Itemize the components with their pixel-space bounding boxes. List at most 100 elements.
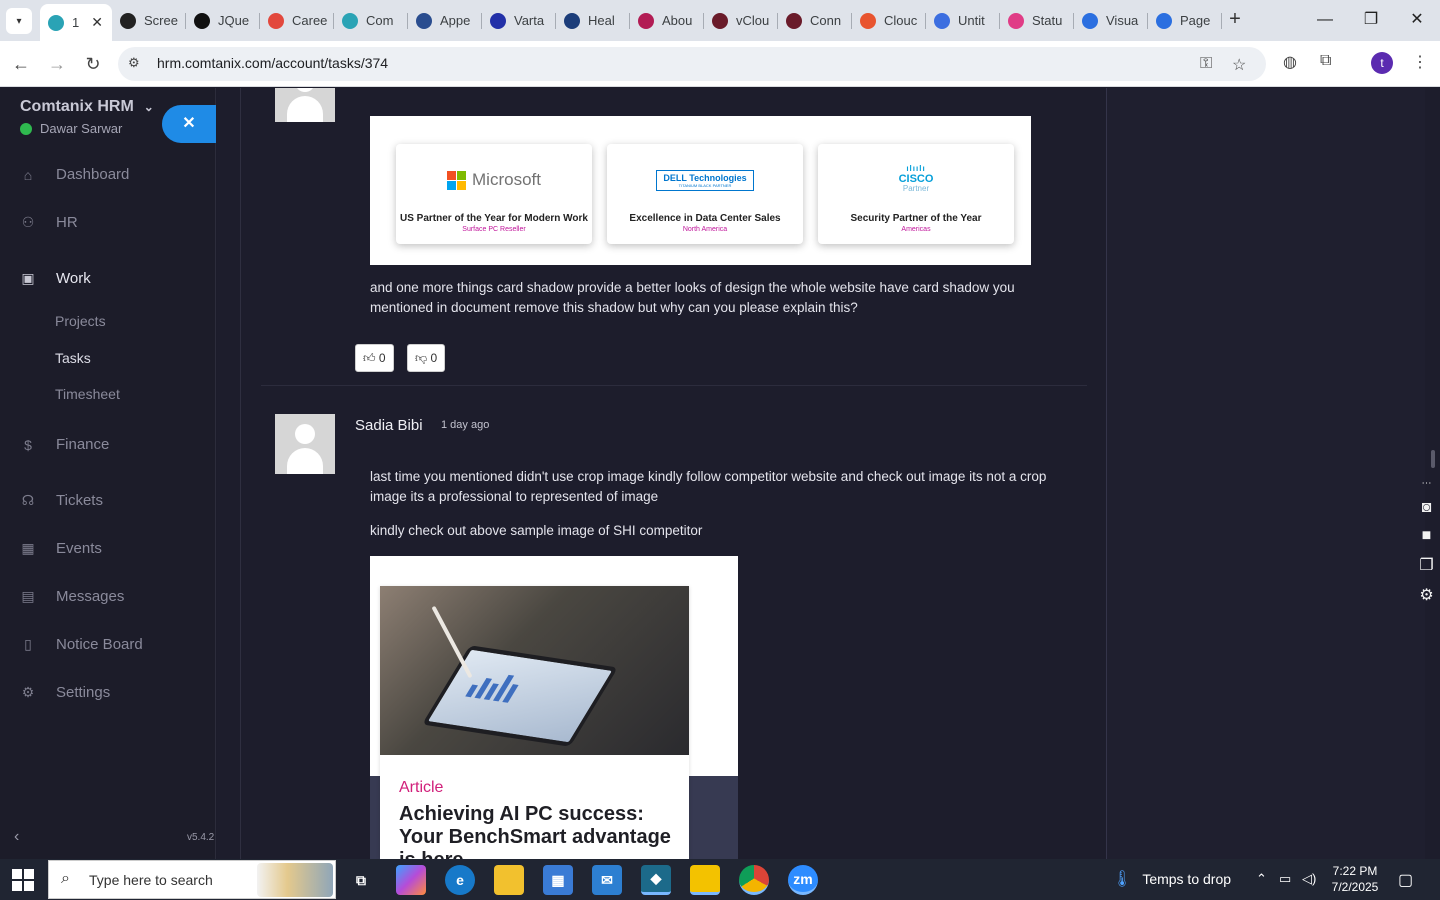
comtanix-icon [342, 12, 358, 29]
user-name: Dawar Sarwar [40, 121, 123, 136]
browser-tab[interactable]: Clouc [852, 6, 926, 35]
browser-tab[interactable]: Abou [630, 6, 704, 35]
close-sidebar-button[interactable]: ✕ [162, 105, 216, 143]
copilot-icon[interactable] [396, 865, 426, 895]
comment-timestamp: 1 day ago [441, 419, 490, 431]
translate-globe-icon[interactable]: ◍ [1283, 52, 1297, 72]
thermometer-icon: 🌡︎ [1112, 871, 1133, 888]
forward-button[interactable]: → [44, 51, 70, 77]
nav-finance[interactable]: $ Finance [20, 436, 109, 453]
app-diamond-icon[interactable]: ◆ [641, 865, 671, 895]
browser-tab[interactable]: vClou [704, 6, 778, 35]
weather-text: Temps to drop [1142, 871, 1232, 887]
tray-chevron-icon[interactable]: ⌃ [1256, 871, 1267, 887]
nav-hr[interactable]: ⚇ HR [20, 214, 78, 231]
mail-icon[interactable]: ✉ [592, 865, 622, 895]
taskbar-search[interactable]: ⌕ Type here to search [48, 860, 336, 899]
tab-search-icon[interactable]: ▾ [6, 8, 32, 34]
nav-sub-timesheet[interactable]: Timesheet [55, 386, 120, 402]
browser-tab[interactable]: Untit [926, 6, 1000, 35]
browser-tab[interactable]: Page [1148, 6, 1222, 35]
close-tab-icon[interactable]: ✕ [91, 14, 103, 31]
volume-icon[interactable]: ◁) [1302, 871, 1316, 887]
browser-tab[interactable]: Varta [482, 6, 556, 35]
nav-work[interactable]: ▣ Work [20, 270, 91, 287]
comment-body: last time you mentioned didn't use crop … [370, 469, 1047, 504]
minimize-button[interactable]: — [1310, 8, 1340, 32]
windows-start-icon[interactable] [12, 869, 34, 891]
nav-tickets[interactable]: ☊ Tickets [20, 492, 103, 509]
video-icon[interactable]: ■ [1422, 527, 1432, 545]
network-icon[interactable]: ▭ [1279, 871, 1291, 887]
like-button[interactable]: 👍︎ 0 [355, 344, 394, 372]
browser-tab[interactable]: Caree [260, 6, 334, 35]
status-icon [1008, 12, 1024, 29]
back-button[interactable]: ← [8, 51, 34, 77]
new-tab-button[interactable]: + [1224, 9, 1246, 31]
browser-tab[interactable]: JQue [186, 6, 260, 35]
nav-messages[interactable]: ▤ Messages [20, 588, 124, 605]
camera-icon[interactable]: ◙ [1422, 499, 1432, 517]
profile-avatar[interactable]: t [1371, 52, 1393, 74]
settings-gear-icon[interactable]: ⚙ [1419, 585, 1433, 605]
nav-settings[interactable]: ⚙ Settings [20, 684, 110, 701]
nav-dashboard[interactable]: ⌂ Dashboard [20, 166, 130, 183]
nav-events[interactable]: ▦ Events [20, 540, 101, 557]
store-icon[interactable]: ▦ [543, 865, 573, 895]
nav-label: Notice Board [56, 636, 143, 653]
notification-icon[interactable]: ▢ [1398, 870, 1413, 890]
zoom-icon[interactable]: zm [788, 865, 818, 895]
weather-widget[interactable]: 🌡︎ Temps to drop [1112, 869, 1231, 889]
close-window-button[interactable]: ✕ [1402, 8, 1432, 32]
browser-tab[interactable]: Heal [556, 6, 630, 35]
edge-icon[interactable]: e [445, 865, 475, 895]
url-text[interactable]: hrm.comtanix.com/account/tasks/374 [157, 55, 388, 71]
extensions-icon[interactable]: ⧉ [1320, 52, 1331, 70]
chrome-icon[interactable] [739, 865, 769, 895]
browser-tab[interactable]: Com [334, 6, 408, 35]
nav-label: Finance [56, 436, 110, 453]
browser-tab[interactable]: 1 ✕ [40, 4, 112, 41]
browser-tab[interactable]: Scree [112, 6, 186, 35]
partner-card-cisco: ılıılı CISCO Partner Security Partner of t… [818, 144, 1014, 244]
maximize-button[interactable]: ❐ [1356, 8, 1386, 32]
jquery-icon [194, 12, 210, 29]
scrollbar-thumb[interactable] [1431, 450, 1435, 468]
partner-awards-image[interactable]: Microsoft US Partner of the Year for Mod… [370, 116, 1031, 265]
sample-article-image[interactable]: Article Achieving AI PC success: Your Be… [370, 556, 738, 859]
browser-tab[interactable]: Statu [1000, 6, 1074, 35]
current-user: Dawar Sarwar [20, 121, 122, 136]
partner-subtitle: Surface PC Reseller [462, 226, 526, 233]
browser-tab[interactable]: Appe [408, 6, 482, 35]
tab-title: JQue [218, 13, 250, 28]
nav-label: Work [56, 270, 91, 287]
menu-kebab-icon[interactable]: ⋮ [1412, 52, 1428, 72]
pagespeed-icon [1156, 12, 1172, 29]
clock-date: 7/2/2025 [1331, 880, 1379, 894]
browser-tab[interactable]: Visua [1074, 6, 1148, 35]
window-icon[interactable]: ❐ [1419, 555, 1433, 575]
site-settings-icon[interactable]: ⚙ [128, 55, 140, 71]
bookmark-star-icon[interactable]: ☆ [1232, 55, 1246, 75]
file-explorer-icon[interactable] [494, 865, 524, 895]
nav-sub-tasks[interactable]: Tasks [55, 350, 91, 366]
partner-title: Excellence in Data Center Sales [629, 213, 781, 224]
reload-button[interactable]: ↻ [80, 51, 106, 77]
nav-sub-projects[interactable]: Projects [55, 313, 106, 329]
article-kicker: Article [399, 779, 444, 796]
dislike-button[interactable]: 👎︎ 0 [407, 344, 446, 372]
password-key-icon[interactable]: ⚿ [1200, 55, 1212, 73]
partner-subtitle: Americas [901, 226, 931, 233]
more-icon[interactable]: ⋯ [1422, 478, 1432, 489]
partner-title: Security Partner of the Year [850, 213, 982, 224]
system-clock[interactable]: 7:22 PM 7/2/2025 [1330, 863, 1380, 895]
nav-notice-board[interactable]: ▯ Notice Board [20, 636, 143, 653]
browser-tab[interactable]: Conn [778, 6, 852, 35]
brand-dropdown[interactable]: Comtanix HRM ⌄ [20, 98, 154, 116]
address-bar[interactable]: ⚙ hrm.comtanix.com/account/tasks/374 ⚿ ☆ [118, 47, 1266, 81]
collapse-sidebar-icon[interactable]: ‹ [14, 828, 19, 846]
partner-subtitle: North America [682, 226, 728, 233]
screen-recorder-icon [120, 12, 136, 29]
task-view-icon[interactable]: ⧉ [346, 865, 376, 895]
sticky-notes-icon[interactable] [690, 865, 720, 895]
